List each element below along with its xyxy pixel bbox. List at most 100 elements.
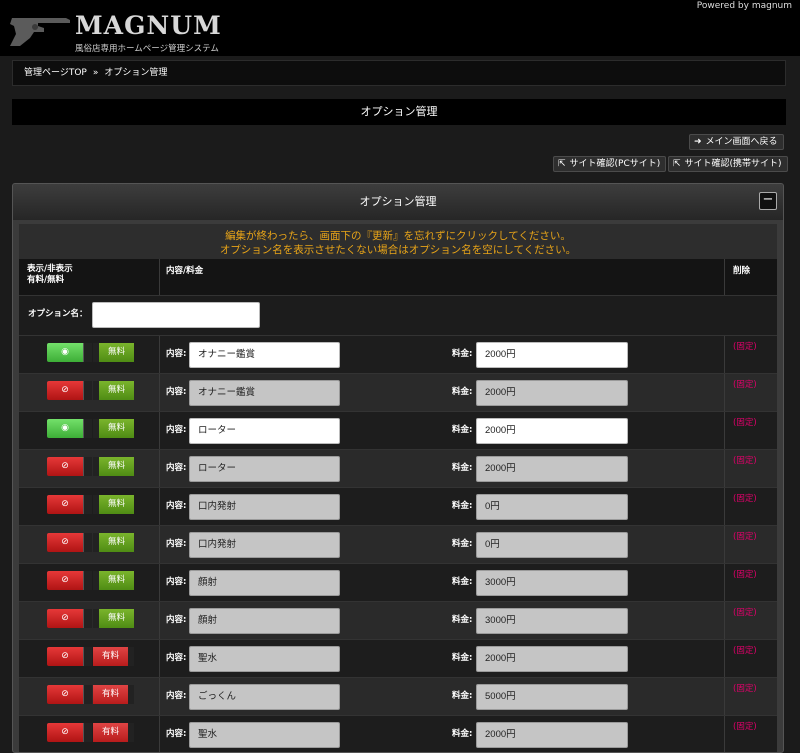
price-field[interactable] [476, 646, 628, 672]
price-field[interactable] [476, 722, 628, 748]
eye-icon: ◉ [61, 347, 69, 357]
visibility-toggle-button[interactable]: ◉ [47, 419, 83, 438]
toggle-separator [83, 647, 92, 666]
site-check-mobile-label: サイト確認(携帯サイト) [684, 159, 782, 169]
price-label: 料金: [452, 653, 473, 663]
external-link-icon: ⇱ [558, 159, 566, 169]
eye-icon: ⊘ [61, 537, 69, 547]
site-check-pc-label: サイト確認(PCサイト) [569, 159, 661, 169]
content-field[interactable] [189, 722, 340, 748]
price-field[interactable] [476, 532, 628, 558]
price-field[interactable] [476, 494, 628, 520]
breadcrumb-home-link[interactable]: 管理ページTOP [24, 68, 87, 78]
price-type-toggle-button[interactable]: 有料 [93, 685, 134, 704]
col-delete: 削除 [733, 266, 751, 276]
col-toggle-line2: 有料/無料 [27, 275, 65, 285]
content-field[interactable] [189, 684, 340, 710]
visibility-toggle-button[interactable]: ⊘ [47, 457, 83, 476]
toggle-separator [83, 457, 92, 476]
visibility-toggle-button[interactable]: ◉ [47, 343, 83, 362]
option-panel: オプション管理 − 編集が終わったら、画面下の『更新』を忘れずにクリックしてくだ… [12, 183, 784, 753]
price-label: 料金: [452, 577, 473, 587]
toggle-separator [83, 419, 92, 438]
col-toggle-line1: 表示/非表示 [27, 264, 73, 274]
price-field[interactable] [476, 380, 628, 406]
eye-icon: ⊘ [61, 461, 69, 471]
content-field[interactable] [189, 380, 340, 406]
price-type-toggle-button[interactable]: 無料 [93, 609, 134, 628]
panel-header: オプション管理 − [13, 184, 783, 220]
col-content-price: 内容/料金 [166, 266, 204, 276]
powered-by: Powered by magnum [696, 1, 792, 11]
breadcrumb: 管理ページTOP » オプション管理 [12, 60, 786, 86]
table-row: ◉ 無料 内容: 料金: (固定) [19, 336, 777, 374]
eye-icon: ⊘ [61, 575, 69, 585]
table-row: ⊘ 有料 内容: 料金: (固定) [19, 640, 777, 678]
breadcrumb-current: オプション管理 [104, 68, 168, 78]
option-rows: ◉無料内容:料金:(固定)⊘無料内容:料金:(固定)◉無料内容:料金:(固定)⊘… [19, 336, 777, 752]
collapse-button[interactable]: − [759, 192, 777, 210]
content-label: 内容: [166, 729, 187, 739]
visibility-toggle-button[interactable]: ⊘ [47, 533, 83, 552]
table-row: ⊘ 無料 内容: 料金: (固定) [19, 450, 777, 488]
content-field[interactable] [189, 608, 340, 634]
toggle-separator [83, 533, 92, 552]
content-field[interactable] [189, 494, 340, 520]
visibility-toggle-button[interactable]: ⊘ [47, 723, 83, 742]
site-check-mobile-button[interactable]: ⇱ サイト確認(携帯サイト) [668, 156, 788, 172]
price-label: 料金: [452, 387, 473, 397]
content-field[interactable] [189, 532, 340, 558]
fixed-delete-label: (固定) [733, 570, 757, 580]
back-to-main-button[interactable]: ➜ メイン画面へ戻る [689, 134, 784, 150]
price-field[interactable] [476, 342, 628, 368]
price-field[interactable] [476, 684, 628, 710]
visibility-toggle-button[interactable]: ⊘ [47, 609, 83, 628]
table-row: ⊘ 無料 内容: 料金: (固定) [19, 488, 777, 526]
fixed-delete-label: (固定) [733, 494, 757, 504]
toggle-separator [83, 685, 92, 704]
price-field[interactable] [476, 570, 628, 596]
price-field[interactable] [476, 456, 628, 482]
content-field[interactable] [189, 456, 340, 482]
price-type-toggle-button[interactable]: 無料 [93, 533, 134, 552]
price-field[interactable] [476, 608, 628, 634]
price-type-toggle-button[interactable]: 無料 [93, 495, 134, 514]
content-field[interactable] [189, 342, 340, 368]
eye-icon: ⊘ [61, 689, 69, 699]
content-label: 内容: [166, 425, 187, 435]
price-type-toggle-button[interactable]: 無料 [93, 419, 134, 438]
content-label: 内容: [166, 387, 187, 397]
back-to-main-label: メイン画面へ戻る [705, 137, 778, 147]
toggle-separator [83, 343, 92, 362]
toggle-separator [83, 381, 92, 400]
table-row: ⊘ 無料 内容: 料金: (固定) [19, 564, 777, 602]
table-row: ⊘ 有料 内容: 料金: (固定) [19, 716, 777, 752]
price-field[interactable] [476, 418, 628, 444]
price-type-toggle-button[interactable]: 無料 [93, 343, 134, 362]
toggle-separator [83, 609, 92, 628]
price-type-toggle-button[interactable]: 無料 [93, 571, 134, 590]
eye-icon: ⊘ [61, 651, 69, 661]
notice-line-2: オプション名を表示させたくない場合はオプション名を空にしてください。 [219, 244, 577, 256]
arrow-right-icon: ➜ [694, 137, 702, 147]
content-field[interactable] [189, 646, 340, 672]
price-type-toggle-button[interactable]: 有料 [93, 723, 134, 742]
option-name-input[interactable] [92, 302, 260, 328]
visibility-toggle-button[interactable]: ⊘ [47, 381, 83, 400]
revolver-logo-icon [10, 18, 70, 46]
content-field[interactable] [189, 570, 340, 596]
eye-icon: ⊘ [61, 613, 69, 623]
price-type-toggle-button[interactable]: 無料 [93, 381, 134, 400]
fixed-delete-label: (固定) [733, 532, 757, 542]
visibility-toggle-button[interactable]: ⊘ [47, 647, 83, 666]
visibility-toggle-button[interactable]: ⊘ [47, 495, 83, 514]
price-type-toggle-button[interactable]: 無料 [93, 457, 134, 476]
content-field[interactable] [189, 418, 340, 444]
fixed-delete-label: (固定) [733, 342, 757, 352]
visibility-toggle-button[interactable]: ⊘ [47, 685, 83, 704]
site-check-pc-button[interactable]: ⇱ サイト確認(PCサイト) [553, 156, 667, 172]
table-header: 表示/非表示 有料/無料 内容/料金 削除 [19, 259, 777, 296]
visibility-toggle-button[interactable]: ⊘ [47, 571, 83, 590]
fixed-delete-label: (固定) [733, 380, 757, 390]
price-type-toggle-button[interactable]: 有料 [93, 647, 134, 666]
